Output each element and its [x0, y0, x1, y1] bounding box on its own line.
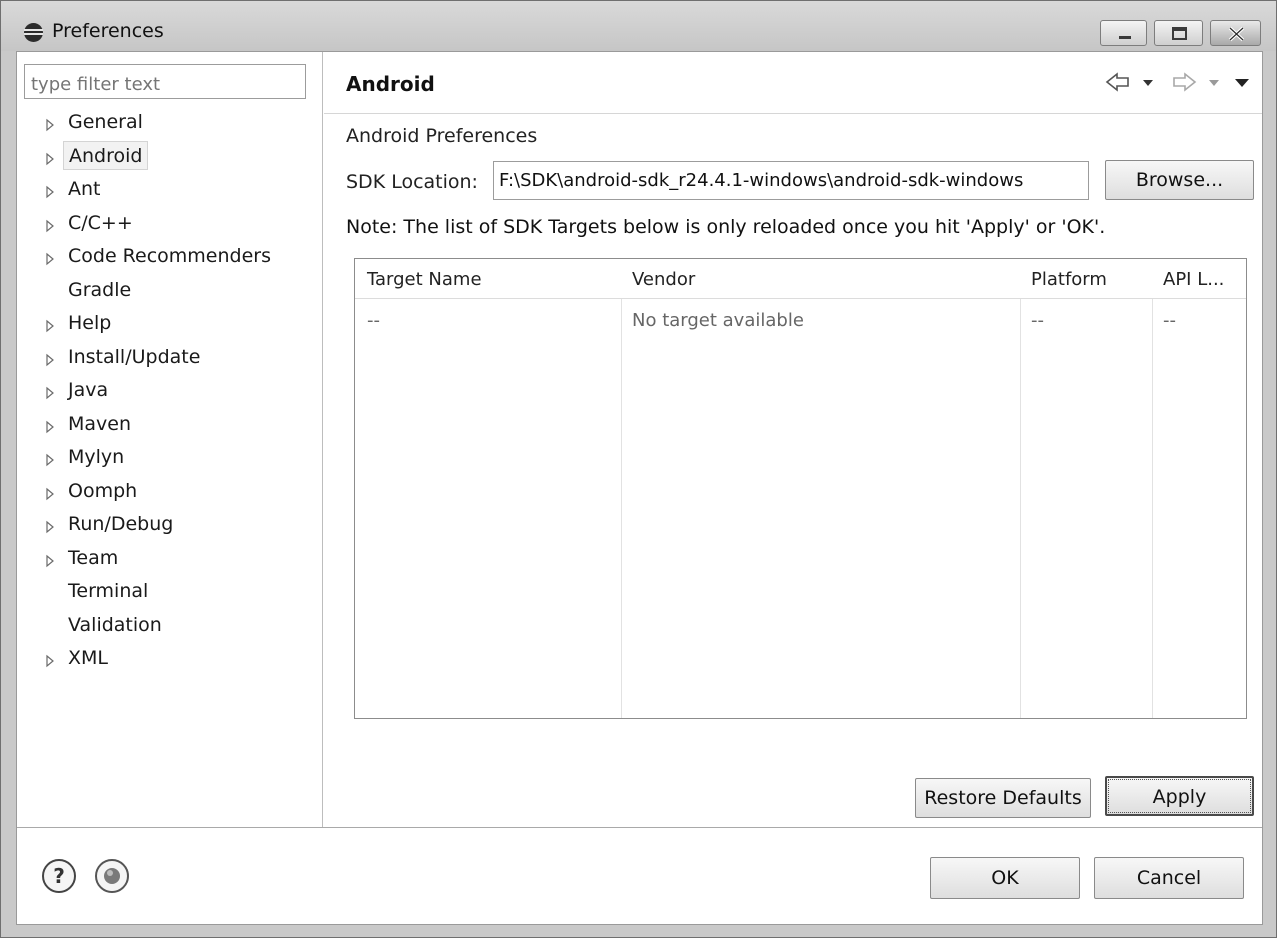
apply-button[interactable]: Apply	[1105, 776, 1254, 816]
tree-item-validation[interactable]: Validation	[17, 613, 317, 643]
column-divider	[1020, 259, 1021, 718]
tree-item-label: Maven	[68, 412, 132, 435]
tree-item-label: Help	[68, 312, 112, 334]
tree-item-label: Gradle	[68, 278, 132, 301]
tree-item-label: Code Recommenders	[68, 245, 271, 267]
tree-item-label: Ant	[68, 178, 101, 200]
ok-button[interactable]: OK	[930, 857, 1080, 899]
tree-item-label: XML	[68, 647, 108, 669]
expand-triangle-icon[interactable]	[45, 520, 55, 534]
tree-item-terminal[interactable]: Terminal	[17, 579, 317, 609]
preferences-window: Preferences General Android Ant C/C++ Code R…	[0, 0, 1277, 938]
preference-page: Android Android Preferences SDK Location…	[324, 52, 1262, 827]
expand-triangle-icon[interactable]	[45, 219, 55, 233]
sdk-note: Note: The list of SDK Targets below is o…	[346, 216, 1106, 238]
title-bar[interactable]: Preferences	[1, 1, 1276, 51]
maximize-icon	[1172, 27, 1187, 40]
tree-item-gradle[interactable]: Gradle	[17, 278, 317, 308]
column-header-api-level[interactable]: API L...	[1163, 269, 1224, 290]
tree-item-label: General	[68, 111, 143, 133]
tree-item-run-debug[interactable]: Run/Debug	[17, 512, 317, 542]
back-arrow-icon[interactable]	[1104, 70, 1132, 94]
tree-item-help[interactable]: Help	[17, 311, 317, 341]
section-label: Android Preferences	[346, 125, 538, 147]
tree-item-oomph[interactable]: Oomph	[17, 479, 317, 509]
cell-vendor: No target available	[632, 310, 804, 331]
tree-item-ant[interactable]: Ant	[17, 177, 317, 207]
tree-item-install-update[interactable]: Install/Update	[17, 345, 317, 375]
tree-item-mylyn[interactable]: Mylyn	[17, 445, 317, 475]
close-button[interactable]	[1210, 20, 1261, 46]
tree-item-general[interactable]: General	[17, 110, 317, 140]
expand-triangle-icon[interactable]	[45, 487, 55, 501]
expand-triangle-icon[interactable]	[45, 353, 55, 367]
help-icon[interactable]: ?	[41, 858, 77, 894]
sdk-targets-table[interactable]: Target Name Vendor Platform API L... -- …	[354, 258, 1247, 719]
tree-item-xml[interactable]: XML	[17, 646, 317, 676]
tree-item-label: Android	[63, 140, 149, 170]
filter-input[interactable]	[24, 64, 306, 99]
import-export-icon[interactable]	[94, 858, 130, 894]
dialog-body: General Android Ant C/C++ Code Recommenders G…	[16, 51, 1263, 925]
tree-item-label: Terminal	[68, 580, 149, 602]
expand-triangle-icon[interactable]	[45, 319, 55, 333]
tree-item-label: C/C++	[68, 211, 133, 234]
column-header-vendor[interactable]: Vendor	[632, 269, 695, 290]
tree-item-java[interactable]: Java	[17, 378, 317, 408]
column-header-platform[interactable]: Platform	[1031, 269, 1107, 290]
column-header-target-name[interactable]: Target Name	[367, 269, 482, 290]
column-divider	[621, 259, 622, 718]
window-title: Preferences	[52, 20, 164, 42]
cancel-button[interactable]: Cancel	[1094, 857, 1244, 899]
minimize-icon	[1119, 36, 1131, 39]
tree-item-team[interactable]: Team	[17, 546, 317, 576]
forward-dropdown-icon[interactable]	[1208, 78, 1220, 88]
table-header: Target Name Vendor Platform API L...	[355, 259, 1246, 299]
expand-triangle-icon[interactable]	[45, 252, 55, 266]
minimize-button[interactable]	[1100, 20, 1147, 46]
cell-target-name: --	[367, 310, 380, 331]
expand-triangle-icon[interactable]	[45, 420, 55, 434]
tree-item-label: Team	[68, 546, 119, 569]
page-header: Android	[324, 52, 1262, 114]
column-divider	[1152, 259, 1153, 718]
cell-platform: --	[1031, 310, 1044, 331]
restore-defaults-button[interactable]: Restore Defaults	[915, 778, 1091, 818]
tree-item-label: Oomph	[68, 479, 138, 502]
tree-item-label: Validation	[68, 613, 162, 636]
sdk-location-label: SDK Location:	[346, 171, 478, 193]
tree-item-android[interactable]: Android	[17, 140, 317, 174]
tree-item-label: Java	[68, 379, 109, 401]
expand-triangle-icon[interactable]	[45, 654, 55, 668]
expand-triangle-icon[interactable]	[45, 118, 55, 132]
expand-triangle-icon[interactable]	[45, 185, 55, 199]
sdk-location-field[interactable]: F:\SDK\android-sdk_r24.4.1-windows\andro…	[493, 161, 1089, 200]
view-menu-icon[interactable]	[1234, 77, 1250, 89]
tree-item-label: Mylyn	[68, 446, 125, 468]
footer-separator	[17, 827, 1262, 828]
maximize-button[interactable]	[1154, 20, 1203, 46]
eclipse-logo-icon	[24, 23, 43, 42]
tree-item-maven[interactable]: Maven	[17, 412, 317, 442]
svg-text:?: ?	[53, 864, 65, 888]
tree-item-c-c-[interactable]: C/C++	[17, 211, 317, 241]
forward-arrow-icon[interactable]	[1170, 70, 1198, 94]
expand-triangle-icon[interactable]	[45, 386, 55, 400]
expand-triangle-icon[interactable]	[45, 453, 55, 467]
tree-item-label: Install/Update	[68, 345, 201, 368]
expand-triangle-icon[interactable]	[45, 152, 55, 166]
tree-item-code-recommenders[interactable]: Code Recommenders	[17, 244, 317, 274]
tree-item-label: Run/Debug	[68, 513, 174, 535]
back-dropdown-icon[interactable]	[1142, 78, 1154, 88]
cell-api-level: --	[1163, 310, 1176, 331]
browse-button[interactable]: Browse...	[1105, 160, 1254, 200]
page-title: Android	[346, 72, 435, 96]
close-icon	[1228, 26, 1245, 42]
preference-tree-pane: General Android Ant C/C++ Code Recommenders G…	[17, 52, 323, 827]
expand-triangle-icon[interactable]	[45, 554, 55, 568]
